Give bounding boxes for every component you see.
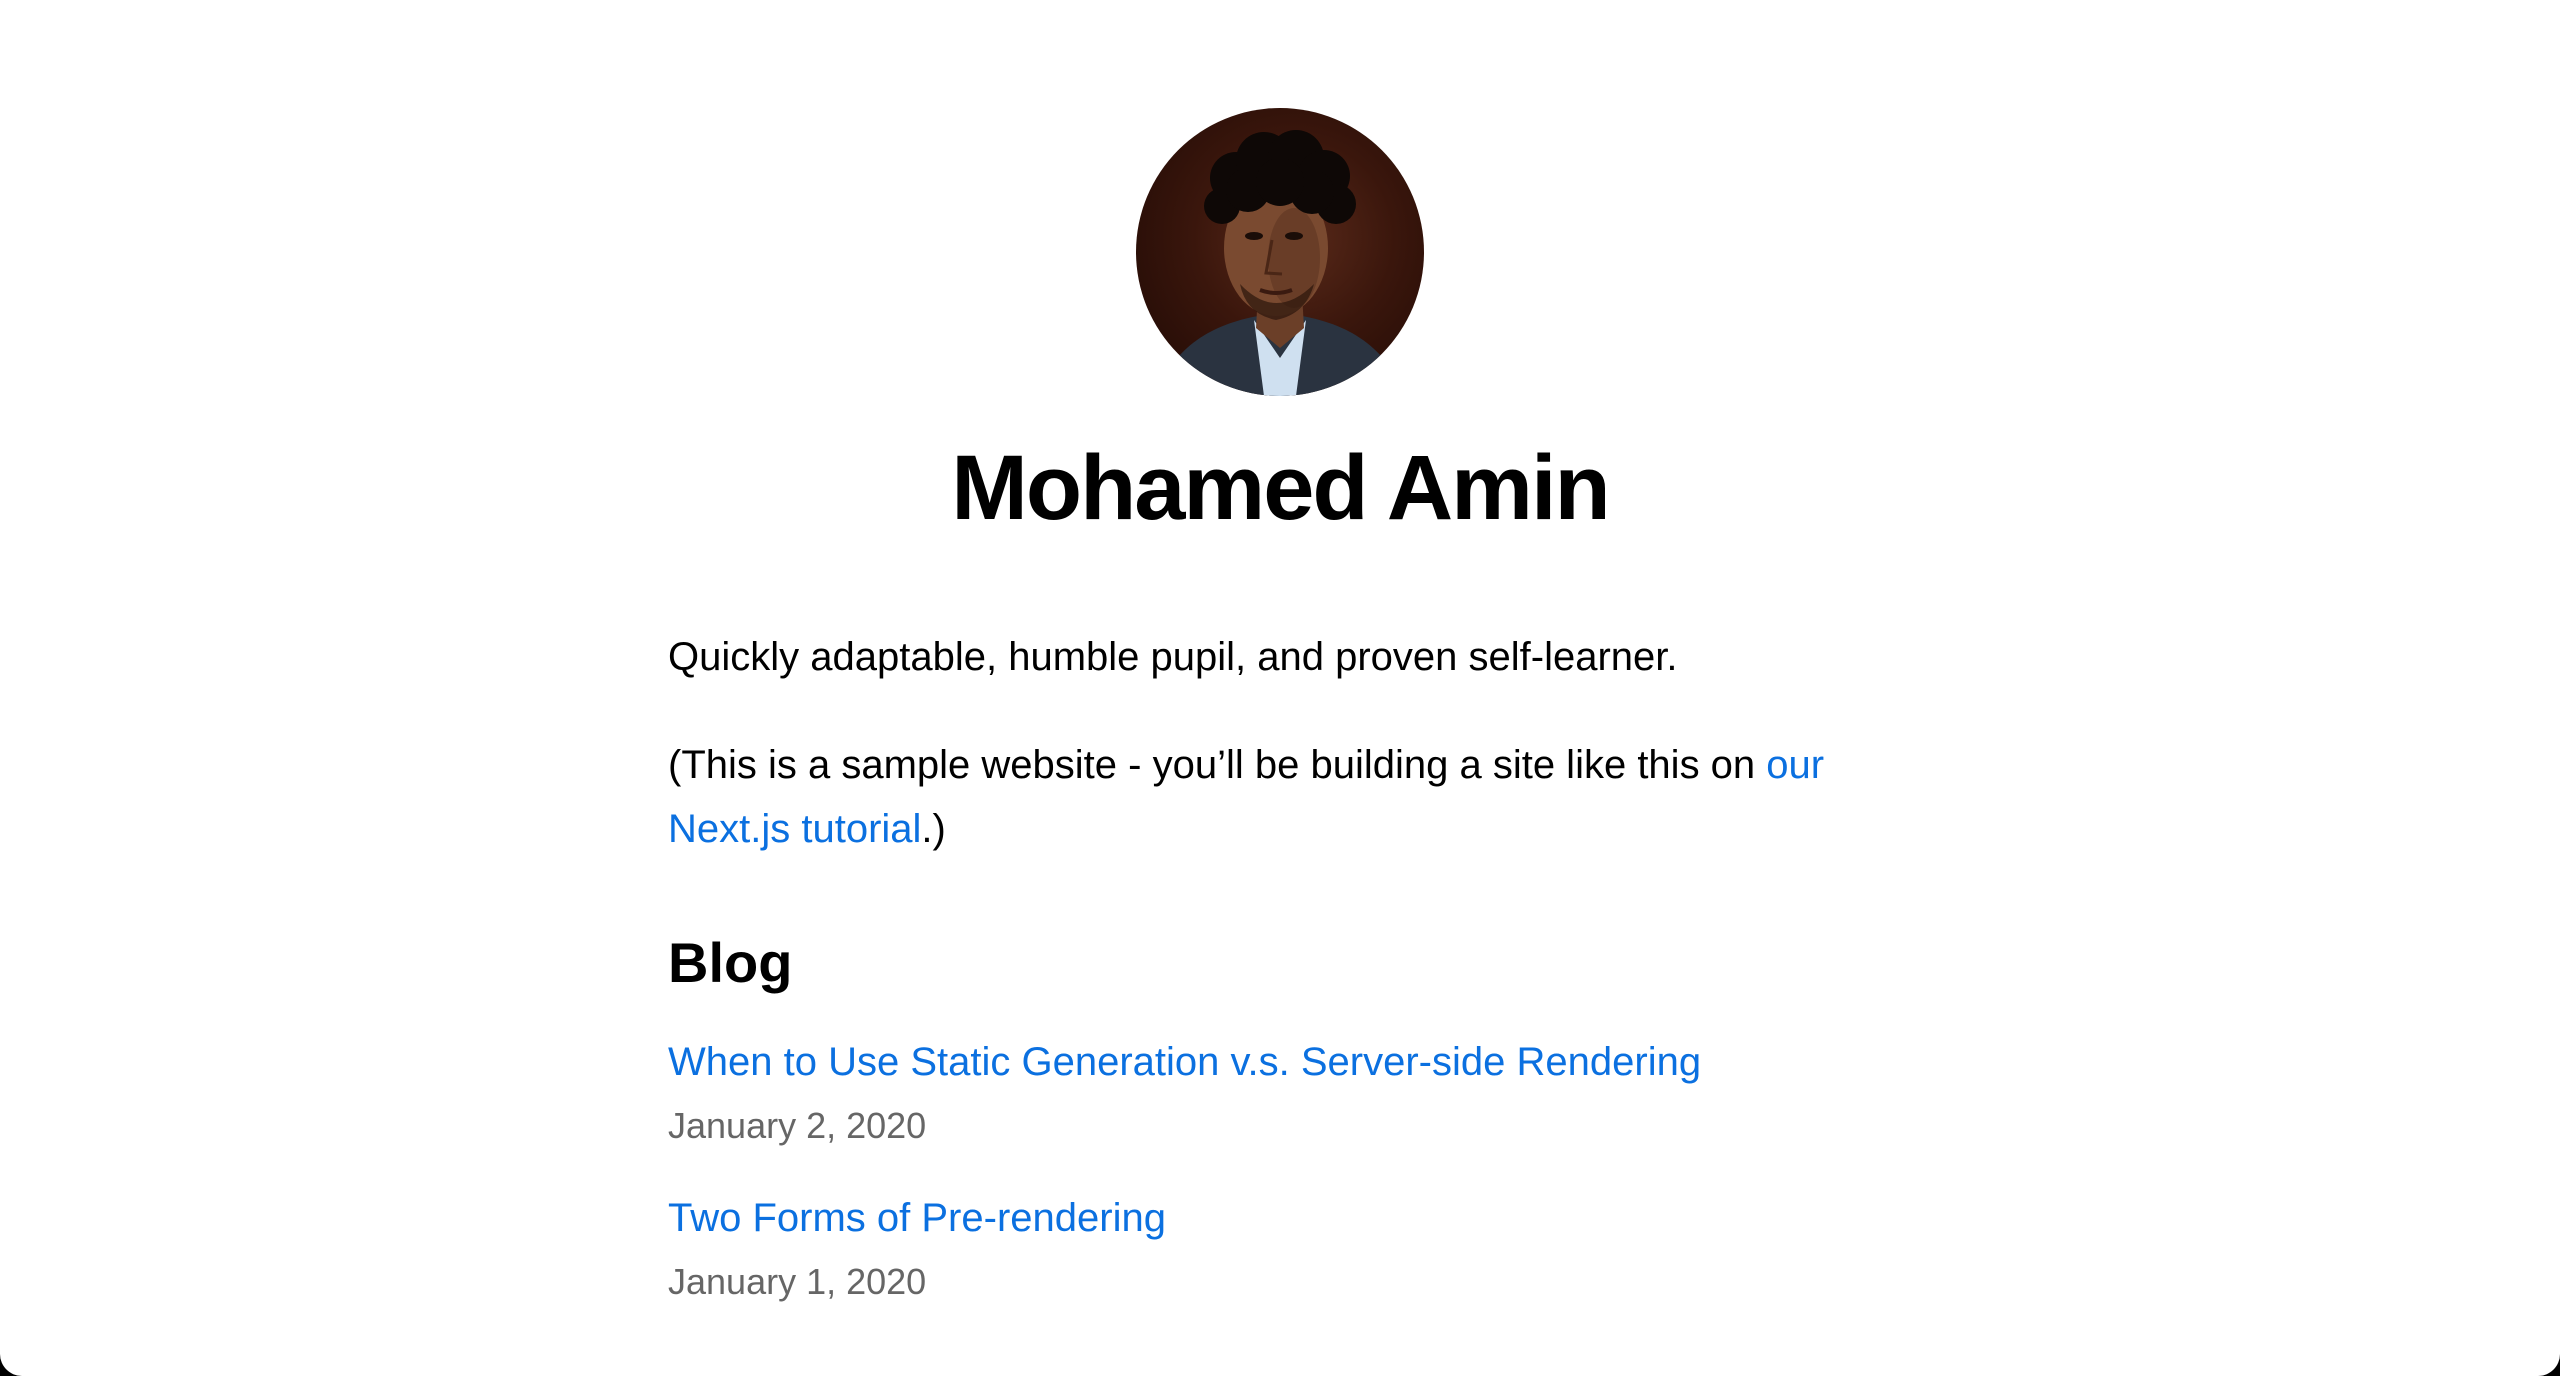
blog-section: Blog When to Use Static Generation v.s. … [668, 929, 1892, 1306]
post-date: January 2, 2020 [668, 1105, 927, 1147]
list-item: Two Forms of Pre-rendering January 1, 20… [668, 1192, 1892, 1306]
post-title-link[interactable]: Two Forms of Pre-rendering [668, 1192, 1892, 1244]
bio-text: Quickly adaptable, humble pupil, and pro… [668, 635, 1678, 680]
browser-page: Mohamed Amin Quickly adaptable, humble p… [0, 0, 2560, 1376]
tutorial-note-prefix: (This is a sample website - you’ll be bu… [668, 743, 1767, 788]
tutorial-note-suffix: .) [921, 807, 946, 852]
page-container: Mohamed Amin Quickly adaptable, humble p… [668, 108, 1892, 1348]
tutorial-note: (This is a sample website - you’ll be bu… [668, 733, 1892, 861]
avatar-portrait-image [1156, 130, 1404, 396]
list-item: When to Use Static Generation v.s. Serve… [668, 1036, 1892, 1150]
profile-name: Mohamed Amin [951, 437, 1611, 539]
profile-header: Mohamed Amin [668, 108, 1892, 539]
profile-avatar [1136, 108, 1424, 396]
post-list: When to Use Static Generation v.s. Serve… [668, 1036, 1892, 1306]
post-title-link[interactable]: When to Use Static Generation v.s. Serve… [668, 1036, 1892, 1088]
blog-heading: Blog [668, 931, 793, 995]
intro-section: Quickly adaptable, humble pupil, and pro… [668, 625, 1892, 861]
post-date: January 1, 2020 [668, 1261, 927, 1303]
